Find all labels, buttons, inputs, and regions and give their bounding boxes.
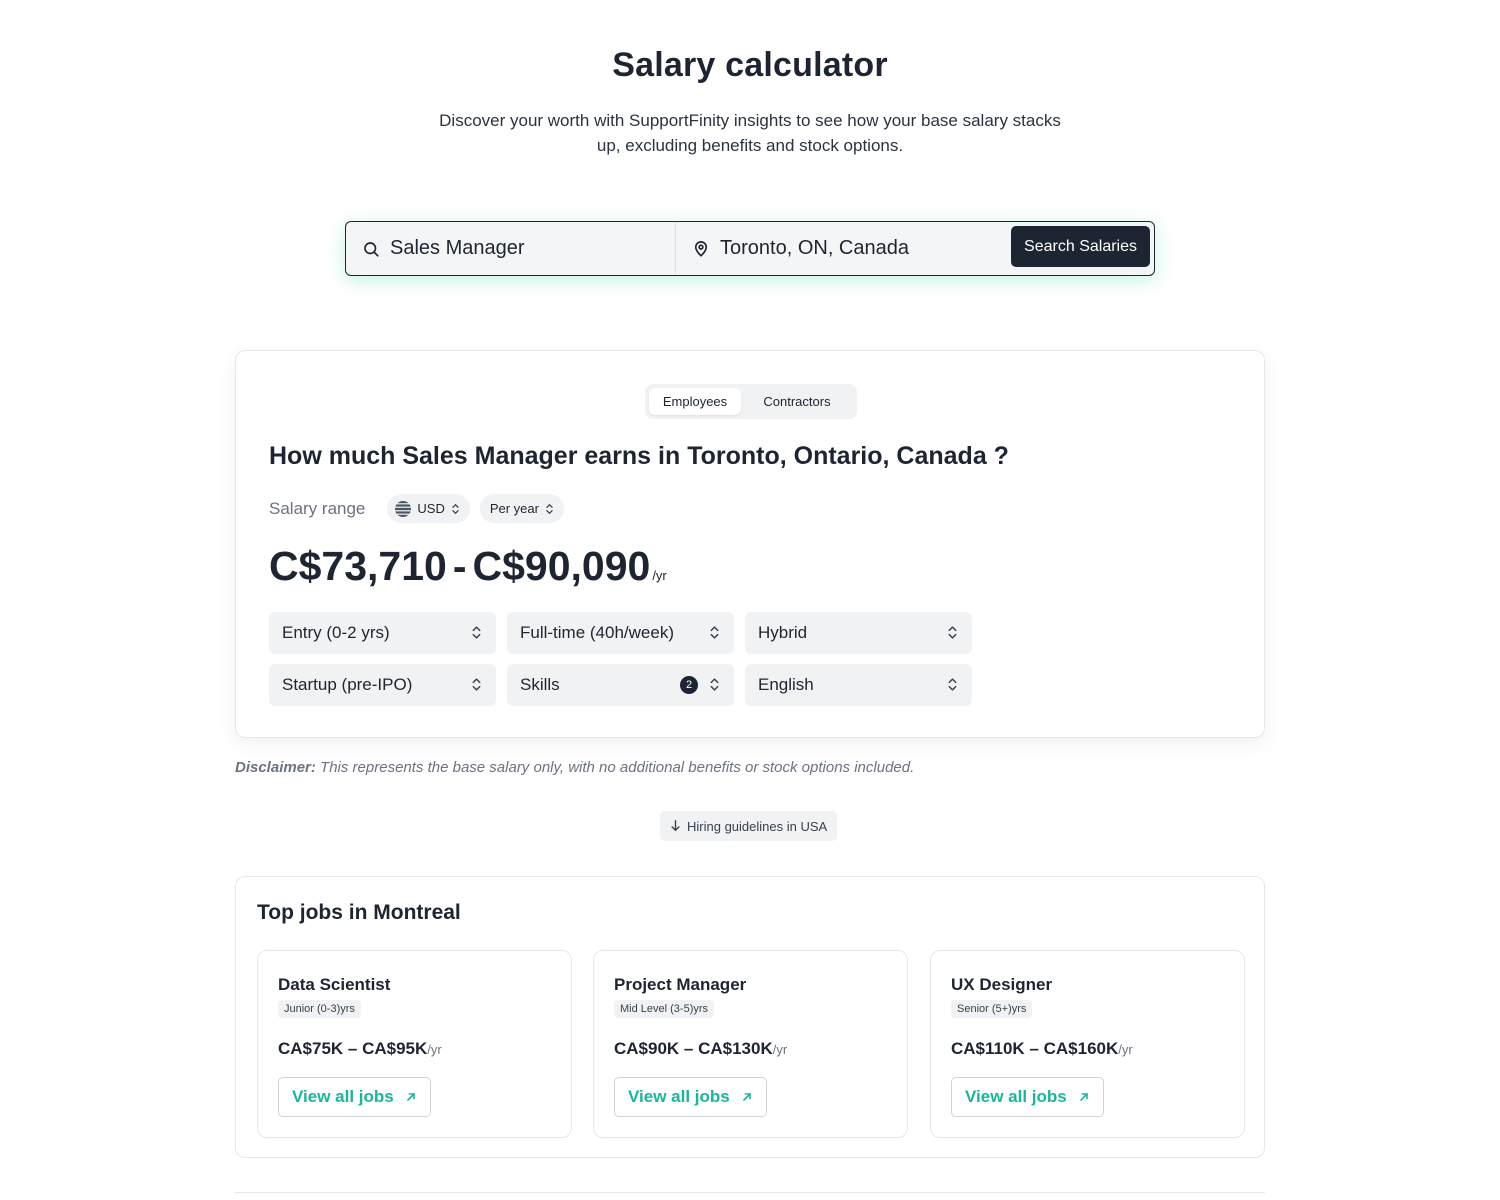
job-card: UX Designer Senior (5+)yrs CA$110K – CA$… — [930, 950, 1245, 1138]
currency-select[interactable]: USD — [387, 494, 470, 523]
job-salary-range: CA$90K – CA$130K — [614, 1039, 773, 1058]
salary-range-label: Salary range — [269, 498, 366, 518]
job-salary: CA$75K – CA$95K/yr — [278, 1039, 442, 1059]
map-pin-icon — [694, 240, 708, 257]
location-input[interactable]: Toronto, ON, Canada — [676, 222, 1006, 275]
arrow-up-right-icon — [1079, 1093, 1088, 1101]
page-subtitle: Discover your worth with SupportFinity i… — [439, 111, 1061, 155]
hiring-guidelines-label: Hiring guidelines in USA — [687, 818, 828, 834]
page-title: Salary calculator — [612, 46, 888, 84]
disclaimer: Disclaimer: This represents the base sal… — [235, 759, 914, 776]
arrow-down-icon — [671, 820, 680, 831]
job-salary-range: CA$110K – CA$160K — [951, 1039, 1119, 1058]
chevron-up-down-icon — [948, 626, 957, 639]
arrow-up-right-icon — [742, 1093, 751, 1101]
chevron-up-down-icon — [472, 678, 481, 691]
chevron-up-down-icon — [710, 678, 719, 691]
experience-select[interactable]: Entry (0-2 yrs) — [269, 612, 496, 654]
job-level-badge: Senior (5+)yrs — [951, 1000, 1033, 1018]
job-title-value: Sales Manager — [390, 237, 525, 259]
job-salary-period: /yr — [427, 1042, 442, 1057]
us-flag-icon — [395, 500, 412, 517]
job-level-badge: Junior (0-3)yrs — [278, 1000, 361, 1018]
location-value: Toronto, ON, Canada — [720, 237, 909, 259]
view-all-jobs-button[interactable]: View all jobs — [951, 1077, 1104, 1117]
skills-value: Skills — [520, 675, 560, 694]
language-select[interactable]: English — [745, 664, 972, 706]
salary-separator: - — [452, 543, 467, 589]
view-all-jobs-button[interactable]: View all jobs — [278, 1077, 431, 1117]
skills-select[interactable]: Skills 2 — [507, 664, 734, 706]
search-icon — [364, 241, 379, 257]
worker-type-toggle: Employees Contractors — [645, 384, 857, 419]
disclaimer-label: Disclaimer: — [235, 759, 316, 776]
top-jobs-section: Top jobs in Montreal Data Scientist Juni… — [235, 876, 1265, 1158]
view-all-jobs-button[interactable]: View all jobs — [614, 1077, 767, 1117]
job-title: Project Manager — [614, 975, 747, 994]
job-salary-period: /yr — [772, 1042, 788, 1057]
skills-count-badge: 2 — [680, 676, 698, 694]
salary-range-row: Salary range USD Per year — [269, 494, 574, 523]
view-all-jobs-label: View all jobs — [628, 1087, 730, 1106]
currency-value: USD — [417, 501, 445, 516]
job-card: Data Scientist Junior (0-3)yrs CA$75K – … — [257, 950, 572, 1138]
employment-type-value: Full-time (40h/week) — [520, 623, 674, 642]
arrow-up-right-icon — [406, 1093, 415, 1101]
work-mode-select[interactable]: Hybrid — [745, 612, 972, 654]
company-type-select[interactable]: Startup (pre-IPO) — [269, 664, 496, 706]
salary-min: C$73,710 — [269, 543, 447, 589]
job-title-input[interactable]: Sales Manager — [346, 222, 676, 275]
language-value: English — [758, 675, 814, 694]
chevron-up-down-icon — [472, 626, 481, 639]
footer-divider — [235, 1192, 1265, 1193]
company-type-value: Startup (pre-IPO) — [282, 675, 413, 694]
disclaimer-text: This represents the base salary only, wi… — [315, 759, 915, 776]
salary-amount: C$73,710 - C$90,090 /yr — [269, 543, 667, 590]
chevron-up-down-icon — [546, 503, 553, 514]
salary-heading: How much Sales Manager earns in Toronto,… — [269, 442, 1009, 470]
tab-contractors[interactable]: Contractors — [741, 388, 853, 415]
period-value: Per year — [489, 501, 539, 516]
search-bar: Sales Manager Toronto, ON, Canada Search… — [345, 221, 1155, 276]
filter-grid: Entry (0-2 yrs) Full-time (40h/week) Hyb… — [269, 612, 972, 706]
job-title: UX Designer — [951, 975, 1053, 994]
view-all-jobs-label: View all jobs — [965, 1087, 1067, 1106]
job-level-badge: Mid Level (3-5)yrs — [614, 1000, 715, 1018]
experience-value: Entry (0-2 yrs) — [282, 623, 390, 642]
tab-employees[interactable]: Employees — [649, 388, 741, 415]
job-salary-period: /yr — [1118, 1042, 1133, 1057]
hiring-guidelines-button[interactable]: Hiring guidelines in USA — [660, 811, 838, 841]
top-jobs-title: Top jobs in Montreal — [257, 901, 461, 924]
chevron-up-down-icon — [710, 626, 719, 639]
employment-type-select[interactable]: Full-time (40h/week) — [507, 612, 734, 654]
work-mode-value: Hybrid — [758, 623, 808, 642]
salary-max: C$90,090 — [472, 543, 651, 589]
salary-period-suffix: /yr — [652, 568, 667, 583]
view-all-jobs-label: View all jobs — [292, 1087, 394, 1106]
chevron-up-down-icon — [948, 678, 957, 691]
period-select[interactable]: Per year — [479, 494, 564, 523]
search-salaries-button[interactable]: Search Salaries — [1011, 226, 1150, 267]
job-salary: CA$90K – CA$130K/yr — [614, 1039, 787, 1059]
job-card: Project Manager Mid Level (3-5)yrs CA$90… — [593, 950, 908, 1138]
chevron-up-down-icon — [452, 503, 459, 514]
job-title: Data Scientist — [278, 975, 391, 994]
job-salary: CA$110K – CA$160K/yr — [951, 1039, 1133, 1059]
salary-result-card: Employees Contractors How much Sales Man… — [235, 350, 1265, 738]
job-salary-range: CA$75K – CA$95K — [278, 1039, 428, 1058]
